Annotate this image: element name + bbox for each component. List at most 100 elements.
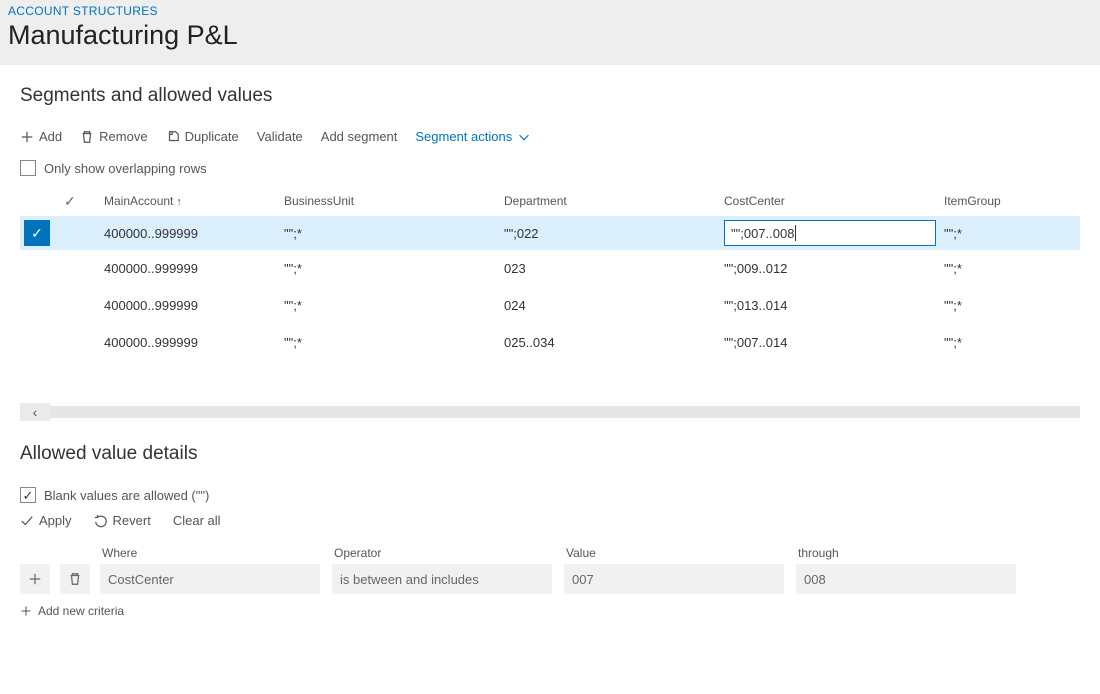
cell-business-unit[interactable]: "";* xyxy=(280,331,500,354)
cell-cost-center[interactable]: "";013..014 xyxy=(720,294,940,317)
cell-main-account[interactable]: 400000..999999 xyxy=(100,222,280,245)
remove-button[interactable]: Remove xyxy=(80,129,147,144)
clear-all-label: Clear all xyxy=(173,513,221,528)
segment-actions-label: Segment actions xyxy=(415,129,512,144)
sort-asc-icon: ↑ xyxy=(176,196,182,208)
cell-department[interactable]: 024 xyxy=(500,294,720,317)
duplicate-label: Duplicate xyxy=(185,129,239,144)
only-overlapping-checkbox[interactable] xyxy=(20,160,36,176)
row-check[interactable] xyxy=(60,339,100,347)
row-marker[interactable] xyxy=(24,328,50,354)
cell-department[interactable]: 023 xyxy=(500,257,720,280)
breadcrumb[interactable]: ACCOUNT STRUCTURES xyxy=(8,4,1092,18)
add-criteria-icon-button[interactable] xyxy=(20,564,50,594)
apply-button[interactable]: Apply xyxy=(20,513,72,528)
plus-icon xyxy=(20,605,32,617)
duplicate-icon xyxy=(166,130,180,144)
delete-criteria-icon-button[interactable] xyxy=(60,564,90,594)
value-field[interactable] xyxy=(564,564,784,594)
only-overlapping-label: Only show overlapping rows xyxy=(44,161,207,176)
cell-main-account[interactable]: 400000..999999 xyxy=(100,257,280,280)
duplicate-button[interactable]: Duplicate xyxy=(166,129,239,144)
row-check[interactable] xyxy=(60,302,100,310)
add-new-criteria-button[interactable]: Add new criteria xyxy=(20,604,124,618)
segments-grid: ✓ MainAccount↑ BusinessUnit Department C… xyxy=(20,186,1080,361)
page-header: ACCOUNT STRUCTURES Manufacturing P&L xyxy=(0,0,1100,65)
cell-business-unit[interactable]: "";* xyxy=(280,222,500,245)
trash-icon xyxy=(80,130,94,144)
col-main-account-label: MainAccount xyxy=(104,194,173,208)
trash-icon xyxy=(68,572,82,586)
horizontal-scrollbar[interactable]: ‹ xyxy=(20,403,1080,421)
col-check[interactable]: ✓ xyxy=(60,191,100,212)
validate-button[interactable]: Validate xyxy=(257,129,303,144)
scroll-track[interactable] xyxy=(50,406,1080,418)
cell-item-group[interactable]: "";* xyxy=(940,222,1080,245)
clear-all-button[interactable]: Clear all xyxy=(173,513,221,528)
cell-cost-center[interactable]: "";009..012 xyxy=(720,257,940,280)
revert-button[interactable]: Revert xyxy=(94,513,151,528)
grid-header: ✓ MainAccount↑ BusinessUnit Department C… xyxy=(20,186,1080,216)
remove-label: Remove xyxy=(99,129,147,144)
table-row[interactable]: 400000..999999 "";* 024 "";013..014 "";* xyxy=(20,287,1080,324)
plus-icon xyxy=(20,130,34,144)
cell-business-unit[interactable]: "";* xyxy=(280,257,500,280)
table-row[interactable]: 400000..999999 "";* 025..034 "";007..014… xyxy=(20,324,1080,361)
cell-item-group[interactable]: "";* xyxy=(940,294,1080,317)
row-selected-marker[interactable]: ✓ xyxy=(24,220,50,246)
where-field[interactable] xyxy=(100,564,320,594)
label-through: through xyxy=(798,546,1028,560)
criteria-labels: Where Operator Value through xyxy=(20,546,1080,560)
table-row[interactable]: ✓ 400000..999999 "";* "";022 "";007..008… xyxy=(20,216,1080,250)
row-marker[interactable] xyxy=(24,291,50,317)
label-value: Value xyxy=(566,546,796,560)
revert-label: Revert xyxy=(113,513,151,528)
col-marker xyxy=(20,199,60,203)
check-icon xyxy=(20,514,34,528)
cell-cost-center-editing[interactable]: "";007..008 xyxy=(720,216,940,250)
col-item-group[interactable]: ItemGroup xyxy=(940,192,1080,210)
cell-main-account[interactable]: 400000..999999 xyxy=(100,331,280,354)
label-operator: Operator xyxy=(334,546,564,560)
col-cost-center[interactable]: CostCenter xyxy=(720,192,940,210)
cell-department[interactable]: 025..034 xyxy=(500,331,720,354)
label-where: Where xyxy=(102,546,332,560)
add-new-criteria-label: Add new criteria xyxy=(38,604,124,618)
add-segment-label: Add segment xyxy=(321,129,398,144)
segments-panel-title: Segments and allowed values xyxy=(20,85,1080,107)
cell-item-group[interactable]: "";* xyxy=(940,257,1080,280)
details-actions: Apply Revert Clear all xyxy=(20,513,1080,528)
segments-toolbar: Add Remove Duplicate Validate Add segmen… xyxy=(20,129,1080,144)
blank-allowed-checkbox[interactable] xyxy=(20,487,36,503)
revert-icon xyxy=(94,514,108,528)
row-marker[interactable] xyxy=(24,254,50,280)
cell-item-group[interactable]: "";* xyxy=(940,331,1080,354)
cell-cost-center-value: "";007..008 xyxy=(731,226,794,241)
validate-label: Validate xyxy=(257,129,303,144)
cell-cost-center[interactable]: "";007..014 xyxy=(720,331,940,354)
segments-panel: Segments and allowed values Add Remove D… xyxy=(6,71,1094,423)
col-department[interactable]: Department xyxy=(500,192,720,210)
details-panel: Allowed value details Blank values are a… xyxy=(6,429,1094,628)
row-check[interactable] xyxy=(60,265,100,273)
cell-main-account[interactable]: 400000..999999 xyxy=(100,294,280,317)
row-check[interactable] xyxy=(60,229,100,237)
add-segment-button[interactable]: Add segment xyxy=(321,129,398,144)
cell-department[interactable]: "";022 xyxy=(500,222,720,245)
col-main-account[interactable]: MainAccount↑ xyxy=(100,192,280,210)
apply-label: Apply xyxy=(39,513,72,528)
chevron-down-icon xyxy=(517,130,531,144)
only-overlapping-row: Only show overlapping rows xyxy=(20,160,1080,176)
scroll-left-icon[interactable]: ‹ xyxy=(20,403,50,421)
blank-allowed-row: Blank values are allowed ("") xyxy=(20,487,1080,503)
blank-allowed-label: Blank values are allowed ("") xyxy=(44,488,209,503)
segment-actions-dropdown[interactable]: Segment actions xyxy=(415,129,531,144)
cell-business-unit[interactable]: "";* xyxy=(280,294,500,317)
text-cursor xyxy=(795,225,796,241)
table-row[interactable]: 400000..999999 "";* 023 "";009..012 "";* xyxy=(20,250,1080,287)
add-button[interactable]: Add xyxy=(20,129,62,144)
operator-field[interactable] xyxy=(332,564,552,594)
details-panel-title: Allowed value details xyxy=(20,443,1080,465)
through-field[interactable] xyxy=(796,564,1016,594)
col-business-unit[interactable]: BusinessUnit xyxy=(280,192,500,210)
